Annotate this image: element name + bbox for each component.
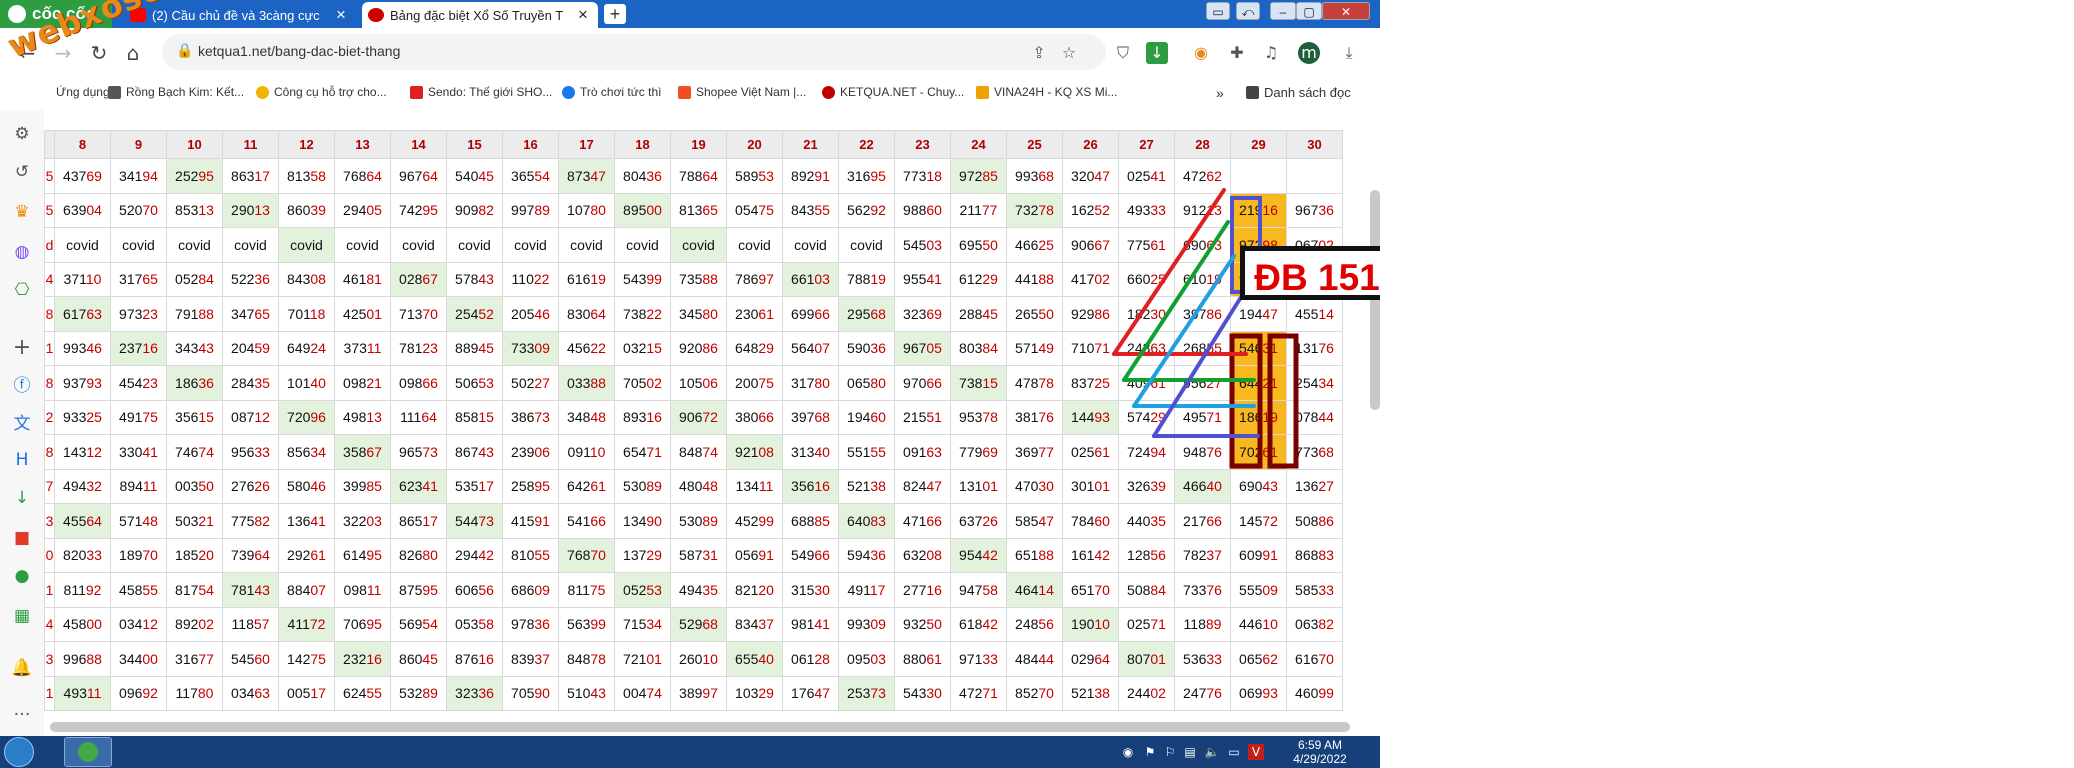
address-toolbar: ← → ↻ ⌂ 🔒 ketqua1.net/bang-dac-biet-than… bbox=[0, 28, 1380, 79]
tray-window-icon[interactable]: ▭ bbox=[1226, 744, 1242, 760]
history-icon[interactable]: ↺ bbox=[10, 160, 34, 184]
bookmark-label: Shopee Việt Nam |... bbox=[696, 85, 807, 99]
special-prize-annotation-label: ĐB 151 bbox=[1240, 246, 1380, 300]
screenshot-frame: cốc cốc (2) Cầu chủ đề và 3càng cực × Bả… bbox=[0, 0, 1380, 768]
close-tab-icon[interactable]: × bbox=[332, 5, 350, 25]
bookmark-star-icon[interactable]: ☆ bbox=[1058, 42, 1080, 64]
lock-icon: 🔒 bbox=[176, 43, 194, 59]
bell-icon[interactable]: 🔔 bbox=[10, 656, 34, 680]
bookmark-label: Sendo: Thế giới SHO... bbox=[428, 85, 553, 99]
facebook-icon bbox=[562, 85, 575, 99]
back-tab-icon[interactable]: ⤺ bbox=[1236, 2, 1260, 20]
windows-start-button[interactable] bbox=[4, 737, 34, 767]
tab-title: (2) Cầu chủ đề và 3càng cực bbox=[152, 7, 320, 23]
h-app-icon[interactable]: H bbox=[10, 448, 34, 472]
ketqua-favicon-icon bbox=[368, 8, 384, 22]
close-tab-icon[interactable]: × bbox=[574, 5, 592, 25]
adblock-icon[interactable]: ⛉ bbox=[1112, 42, 1134, 64]
bookmark-apps[interactable]: Ứng dụng bbox=[56, 85, 110, 99]
download-icon[interactable]: ↓ bbox=[10, 486, 34, 510]
home-icon[interactable]: ⌂ bbox=[118, 38, 148, 68]
game-controller-icon[interactable]: ⎔ bbox=[10, 278, 34, 302]
playlist-icon[interactable]: ♫ bbox=[1260, 42, 1282, 64]
reading-mode-icon[interactable]: ▭ bbox=[1206, 2, 1230, 20]
new-tab-button[interactable]: + bbox=[604, 4, 626, 24]
notification-app-icon[interactable]: ● bbox=[10, 564, 34, 588]
share-icon[interactable]: ⇪ bbox=[1028, 42, 1050, 64]
tray-network-icon[interactable]: ⚑ bbox=[1142, 744, 1158, 760]
url-text[interactable]: ketqua1.net/bang-dac-biet-thang bbox=[198, 43, 400, 59]
coccoc-logo-icon bbox=[78, 742, 98, 762]
bookmark-label: Danh sách đọc bbox=[1264, 85, 1351, 100]
pattern-line-green bbox=[1122, 220, 1230, 382]
bookmark-item[interactable]: Sendo: Thế giới SHO... bbox=[410, 85, 552, 99]
minimize-button[interactable]: – bbox=[1270, 2, 1296, 20]
translate-icon[interactable]: 文 bbox=[10, 412, 34, 436]
sendo-favicon-icon bbox=[410, 85, 423, 99]
downloads-icon[interactable]: ⤓ bbox=[1338, 42, 1360, 64]
tray-flag-icon[interactable]: ⚐ bbox=[1162, 744, 1178, 760]
clock-time: 6:59 AM bbox=[1297, 738, 1343, 752]
volume-icon[interactable]: 🔈 bbox=[1204, 744, 1220, 760]
facebook-icon[interactable]: ⓕ bbox=[10, 374, 34, 398]
bookmark-item[interactable]: VINA24H - KQ XS Mi... bbox=[976, 85, 1117, 99]
sidebar: ⚙ ↺ ♛ ◍ ⎔ + ⓕ 文 H ↓ ■ ● ▦ 🔔 … bbox=[0, 110, 45, 736]
download-savior-icon[interactable]: ↓ bbox=[1146, 42, 1168, 64]
more-bookmarks-icon[interactable]: » bbox=[1216, 85, 1224, 101]
close-window-button[interactable]: ✕ bbox=[1322, 2, 1370, 20]
add-sidebar-icon[interactable]: + bbox=[10, 336, 34, 360]
bookmark-item[interactable]: Trò chơi tức thì bbox=[562, 85, 661, 99]
vina24h-icon bbox=[976, 85, 989, 99]
tray-connection-icon[interactable]: ▤ bbox=[1182, 744, 1198, 760]
reading-list-button[interactable]: Danh sách đọc bbox=[1246, 85, 1351, 100]
pattern-annotation-overlay bbox=[1112, 188, 1299, 469]
taskbar: ◉ ⚑ ⚐ ▤ 🔈 ▭ V 6:59 AM 4/29/2022 bbox=[0, 736, 1380, 768]
maximize-button[interactable]: ▢ bbox=[1296, 2, 1322, 20]
bookmark-item[interactable]: Shopee Việt Nam |... bbox=[678, 85, 806, 99]
pattern-box-dark-red-right bbox=[1267, 333, 1299, 469]
bookmark-label: KETQUA.NET - Chuy... bbox=[840, 85, 965, 99]
tray-unikey-icon[interactable]: V bbox=[1248, 744, 1264, 760]
bookmark-item[interactable]: Công cụ hỗ trợ cho... bbox=[256, 85, 387, 99]
profile-avatar[interactable]: m bbox=[1298, 42, 1320, 64]
shopee-icon bbox=[678, 85, 691, 99]
bookmark-label: VINA24H - KQ XS Mi... bbox=[994, 85, 1118, 99]
clock-date: 4/29/2022 bbox=[1293, 752, 1347, 766]
crown-icon[interactable]: ♛ bbox=[10, 200, 34, 224]
ketqua-favicon-icon bbox=[822, 85, 835, 99]
more-dots-icon[interactable]: … bbox=[10, 698, 34, 722]
bookmark-label: Rồng Bạch Kim: Kết... bbox=[126, 85, 245, 99]
page-content: 8 9 10 11 12 13 14 15 16 17 18 19 20 21 22 23 24 25 26 27 28… bbox=[44, 110, 1380, 736]
tray-app-icon[interactable]: ◉ bbox=[1120, 744, 1136, 760]
bookmark-label: Ứng dụng bbox=[56, 85, 110, 99]
bookmark-label: Trò chơi tức thì bbox=[580, 85, 662, 99]
tab-active-ketqua[interactable]: Bảng đặc biệt Xổ Số Truyền T × bbox=[362, 2, 598, 28]
extensions-puzzle-icon[interactable]: ✚ bbox=[1226, 42, 1248, 64]
pattern-line-red bbox=[1112, 188, 1226, 356]
coccoc-taskbar-button[interactable] bbox=[64, 737, 112, 767]
reading-list-icon bbox=[1246, 86, 1259, 99]
bookmark-label: Công cụ hỗ trợ cho... bbox=[274, 85, 387, 99]
shopping-icon[interactable]: ■ bbox=[10, 526, 34, 550]
messenger-icon[interactable]: ◍ bbox=[10, 240, 34, 264]
bookmark-item[interactable]: Rồng Bạch Kim: Kết... bbox=[108, 85, 244, 99]
address-bar[interactable]: 🔒 ketqua1.net/bang-dac-biet-thang ⇪ ☆ bbox=[162, 34, 1106, 70]
settings-gear-icon[interactable]: ⚙ bbox=[10, 122, 34, 146]
extension-color-icon[interactable]: ◉ bbox=[1190, 42, 1212, 64]
sheets-icon[interactable]: ▦ bbox=[10, 604, 34, 628]
reload-icon[interactable]: ↻ bbox=[84, 38, 114, 68]
bookmark-item[interactable]: KETQUA.NET - Chuy... bbox=[822, 85, 964, 99]
tab-strip: cốc cốc (2) Cầu chủ đề và 3càng cực × Bả… bbox=[0, 0, 1380, 28]
bookmarks-bar: Ứng dụng Rồng Bạch Kim: Kết... Công cụ h… bbox=[0, 78, 1380, 111]
tool-favicon-icon bbox=[256, 85, 269, 99]
tab-title: Bảng đặc biệt Xổ Số Truyền T bbox=[390, 7, 564, 23]
clock[interactable]: 6:59 AM 4/29/2022 bbox=[1290, 738, 1350, 766]
rbk-favicon-icon bbox=[108, 85, 121, 99]
